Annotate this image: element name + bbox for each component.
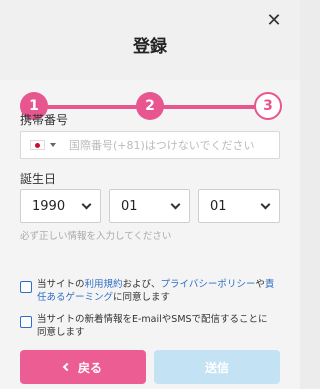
submit-button[interactable]: 送信	[154, 350, 280, 384]
japan-flag-icon[interactable]	[30, 140, 45, 150]
progress-track	[38, 105, 138, 109]
chevron-down-icon	[81, 199, 92, 209]
progress-track	[162, 105, 256, 109]
terms-suffix: に同意します	[113, 292, 171, 303]
close-icon[interactable]: ✕	[264, 10, 284, 31]
terms-mid: および、	[122, 279, 161, 290]
newsletter-text: 当サイトの新着情報をE-mailやSMSで配信することに同意します	[37, 314, 268, 338]
caret-down-icon[interactable]	[50, 143, 56, 147]
year-select[interactable]: 1990	[20, 189, 101, 223]
newsletter-consent: 当サイトの新着情報をE-mailやSMSで配信することに同意します	[20, 313, 278, 339]
registration-modal: 登録 ✕ 1 2 3 携帯番号 誕生日 1990 01 01 必ず正しい情報を入…	[0, 0, 300, 389]
step-2: 2	[136, 92, 164, 120]
submit-label: 送信	[204, 360, 229, 375]
terms-prefix: 当サイトの	[37, 279, 85, 290]
terms-mid2: や	[255, 279, 265, 290]
month-value: 01	[121, 198, 138, 214]
chevron-down-icon	[170, 199, 181, 209]
day-value: 01	[210, 198, 227, 214]
dob-hint: 必ず正しい情報を入力してください	[20, 231, 172, 242]
year-value: 1990	[32, 198, 66, 214]
terms-text: 当サイトの利用規約および、プライバシーポリシーや責任あるゲーミングに同意します	[37, 278, 277, 304]
terms-checkbox[interactable]	[20, 281, 32, 293]
chevron-left-icon	[62, 362, 72, 372]
back-label: 戻る	[77, 360, 102, 375]
back-button[interactable]: 戻る	[20, 350, 146, 384]
phone-label: 携帯番号	[20, 113, 69, 127]
day-select[interactable]: 01	[198, 189, 280, 223]
phone-field	[20, 131, 280, 159]
privacy-link[interactable]: プライバシーポリシー	[161, 279, 256, 290]
dob-label: 誕生日	[20, 172, 57, 186]
step-3: 3	[254, 92, 282, 120]
newsletter-checkbox[interactable]	[20, 316, 32, 328]
terms-link[interactable]: 利用規約	[85, 279, 123, 290]
month-select[interactable]: 01	[109, 189, 190, 223]
chevron-down-icon	[260, 199, 271, 209]
modal-header: 登録 ✕	[0, 0, 300, 80]
phone-input[interactable]	[69, 138, 269, 152]
terms-consent: 当サイトの利用規約および、プライバシーポリシーや責任あるゲーミングに同意します	[20, 278, 278, 304]
dob-selects: 1990 01 01	[20, 189, 280, 223]
modal-title: 登録	[133, 37, 167, 57]
